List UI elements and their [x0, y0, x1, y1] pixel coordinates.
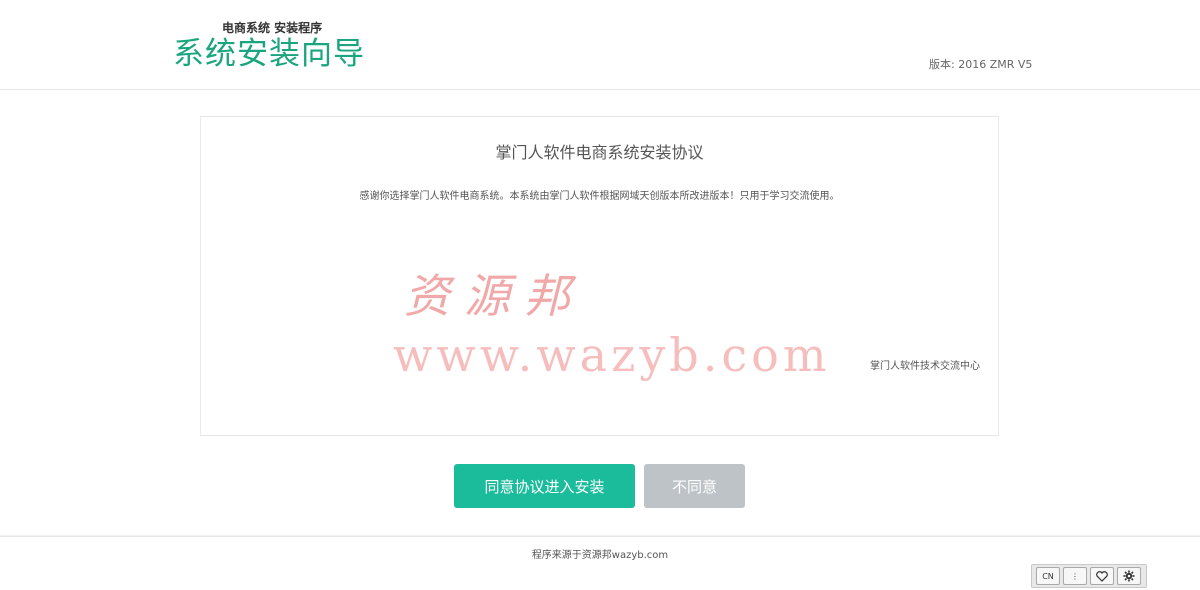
watermark-text: 资源邦: [404, 269, 584, 323]
gear-icon[interactable]: [1117, 567, 1141, 585]
lang-icon[interactable]: CN: [1036, 567, 1060, 585]
brand-title: 系统安装向导: [173, 36, 365, 72]
heart-icon[interactable]: [1090, 567, 1114, 585]
floating-toolbar: CN ⋮: [1031, 564, 1147, 588]
main-content: 掌门人软件电商系统安装协议 感谢你选择掌门人软件电商系统。本系统由掌门人软件根据…: [0, 90, 1200, 535]
page-header: 电商系统 安装程序 系统安装向导 版本: 2016 ZMR V5: [0, 0, 1200, 90]
version-label: 版本: 2016 ZMR V5: [929, 58, 1033, 71]
agreement-box: 掌门人软件电商系统安装协议 感谢你选择掌门人软件电商系统。本系统由掌门人软件根据…: [200, 116, 999, 436]
more-icon[interactable]: ⋮: [1063, 567, 1087, 585]
page-footer: 程序来源于资源邦wazyb.com: [0, 536, 1200, 590]
footer-text: 程序来源于资源邦wazyb.com: [531, 550, 669, 561]
disagree-button[interactable]: 不同意: [644, 464, 745, 508]
agreement-signature: 掌门人软件技术交流中心: [870, 361, 980, 372]
watermark-url: www.wazyb.com: [393, 328, 831, 382]
agreement-title: 掌门人软件电商系统安装协议: [495, 143, 704, 162]
agree-button[interactable]: 同意协议进入安装: [454, 464, 635, 508]
agreement-body: 感谢你选择掌门人软件电商系统。本系统由掌门人软件根据网域天创版本所改进版本！只用…: [359, 191, 840, 202]
